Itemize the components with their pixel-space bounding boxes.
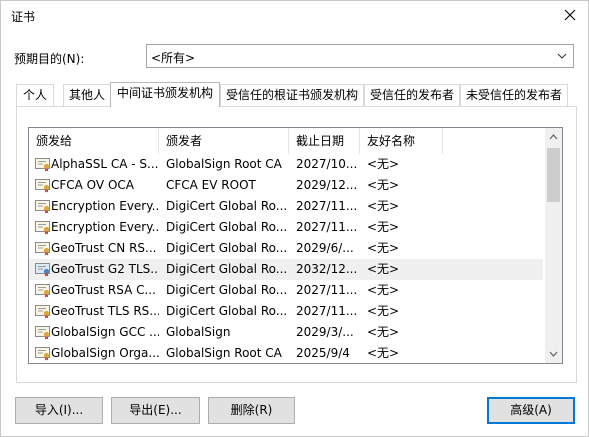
friendly-name-cell: <无> (367, 325, 400, 339)
expiration-cell: 2029/3/... (296, 325, 354, 339)
table-row[interactable]: GlobalSign Orga... GlobalSign Root CA 2025… (29, 343, 543, 363)
vertical-scrollbar[interactable] (545, 128, 562, 363)
purpose-value: <所有> (151, 51, 196, 65)
remove-button[interactable]: 删除(R) (208, 397, 295, 424)
scroll-down-icon[interactable] (549, 351, 558, 357)
certificate-icon (35, 263, 50, 277)
tab-intermediate-ca[interactable]: 中间证书颁发机构 (110, 82, 220, 107)
table-row[interactable]: CFCA OV OCA CFCA EV ROOT 2029/12... <无> (29, 175, 543, 196)
friendly-name-cell: <无> (367, 283, 400, 297)
close-button[interactable] (552, 1, 588, 31)
column-header-issued-by[interactable]: 颁发者 (159, 128, 289, 154)
table-row[interactable]: Encryption Every... DigiCert Global Ro...… (29, 196, 543, 217)
certificate-icon (35, 221, 50, 235)
issued-to-cell: Encryption Every... (51, 220, 159, 234)
column-header-expiration[interactable]: 截止日期 (289, 128, 360, 154)
certificate-icon (35, 200, 50, 214)
expiration-cell: 2025/9/4 (296, 346, 350, 360)
table-row[interactable]: GlobalSign GCC ... GlobalSign 2029/3/... <无… (29, 322, 543, 343)
issued-to-cell: GlobalSign GCC ... (51, 325, 159, 339)
issued-to-cell: GeoTrust TLS RS... (51, 304, 159, 318)
table-row[interactable]: GeoTrust TLS RS... DigiCert Global Ro... 2… (29, 301, 543, 322)
friendly-name-cell: <无> (367, 304, 400, 318)
list-header: 颁发给 颁发者 截止日期 友好名称 (29, 128, 543, 154)
close-icon (564, 9, 576, 21)
friendly-name-cell: <无> (367, 241, 400, 255)
table-row[interactable]: GeoTrust RSA C... DigiCert Global Ro... 20… (29, 280, 543, 301)
issued-by-cell: DigiCert Global Ro... (166, 262, 287, 276)
tab-strip: 个人 其他人 中间证书颁发机构 受信任的根证书颁发机构 受信任的发布者 未受信任… (16, 82, 576, 107)
column-header-issued-to[interactable]: 颁发给 (29, 128, 159, 154)
certificate-icon (35, 158, 50, 172)
certificate-icon (35, 326, 50, 340)
table-row[interactable]: GeoTrust CN RS... DigiCert Global Ro... 20… (29, 238, 543, 259)
expiration-cell: 2027/11... (296, 220, 358, 234)
issued-by-cell: GlobalSign Root CA (166, 157, 282, 171)
issued-by-cell: DigiCert Global Ro... (166, 220, 287, 234)
issued-by-cell: DigiCert Global Ro... (166, 304, 287, 318)
expiration-cell: 2027/10... (296, 157, 358, 171)
purpose-dropdown[interactable]: <所有> (146, 44, 574, 68)
issued-by-cell: DigiCert Global Ro... (166, 241, 287, 255)
friendly-name-cell: <无> (367, 199, 400, 213)
expiration-cell: 2027/11... (296, 304, 358, 318)
friendly-name-cell: <无> (367, 220, 400, 234)
expiration-cell: 2032/12... (296, 262, 358, 276)
scrollbar-thumb[interactable] (547, 148, 560, 202)
issued-by-cell: CFCA EV ROOT (166, 178, 256, 192)
issued-by-cell: GlobalSign (166, 325, 231, 339)
certificate-icon (35, 242, 50, 256)
certificate-icon (35, 179, 50, 193)
column-header-friendly-name[interactable]: 友好名称 (360, 128, 443, 154)
advanced-button[interactable]: 高级(A) (487, 397, 575, 424)
issued-to-cell: AlphaSSL CA - S... (51, 157, 159, 171)
tab-trusted-root-ca[interactable]: 受信任的根证书颁发机构 (220, 84, 364, 106)
certificate-list[interactable]: 颁发给 颁发者 截止日期 友好名称 AlphaSSL CA - S... Glob… (28, 127, 563, 364)
table-row[interactable]: Encryption Every... DigiCert Global Ro...… (29, 217, 543, 238)
issued-to-cell: GeoTrust RSA C... (51, 283, 156, 297)
friendly-name-cell: <无> (367, 346, 400, 360)
title-bar: 证书 (1, 1, 588, 31)
chevron-down-icon (557, 53, 567, 59)
issued-to-cell: CFCA OV OCA (51, 178, 134, 192)
window-title: 证书 (11, 10, 36, 24)
expiration-cell: 2029/6/... (296, 241, 354, 255)
certificate-icon (35, 347, 50, 361)
tab-personal[interactable]: 个人 (16, 84, 54, 106)
import-button[interactable]: 导入(I)... (15, 397, 103, 424)
expiration-cell: 2029/12... (296, 178, 358, 192)
issued-to-cell: GeoTrust CN RS... (51, 241, 157, 255)
issued-by-cell: DigiCert Global Ro... (166, 283, 287, 297)
issued-to-cell: GlobalSign Orga... (51, 346, 159, 360)
expiration-cell: 2027/11... (296, 283, 358, 297)
purpose-label: 预期目的(N): (14, 52, 85, 66)
issued-by-cell: GlobalSign Root CA (166, 346, 282, 360)
export-button[interactable]: 导出(E)... (111, 397, 200, 424)
issued-by-cell: DigiCert Global Ro... (166, 199, 287, 213)
table-row[interactable]: AlphaSSL CA - S... GlobalSign Root CA 2027… (29, 154, 543, 175)
friendly-name-cell: <无> (367, 262, 400, 276)
certificate-icon (35, 305, 50, 319)
tab-untrusted-publishers[interactable]: 未受信任的发布者 (460, 84, 568, 106)
friendly-name-cell: <无> (367, 157, 400, 171)
tab-trusted-publishers[interactable]: 受信任的发布者 (364, 84, 460, 106)
issued-to-cell: Encryption Every... (51, 199, 159, 213)
scroll-up-icon[interactable] (549, 134, 558, 140)
expiration-cell: 2027/11... (296, 199, 358, 213)
tab-other-people[interactable]: 其他人 (63, 84, 111, 106)
friendly-name-cell: <无> (367, 178, 400, 192)
certificate-icon (35, 284, 50, 298)
table-row[interactable]: GeoTrust G2 TLS... DigiCert Global Ro... 2… (29, 259, 543, 280)
issued-to-cell: GeoTrust G2 TLS... (51, 262, 159, 276)
